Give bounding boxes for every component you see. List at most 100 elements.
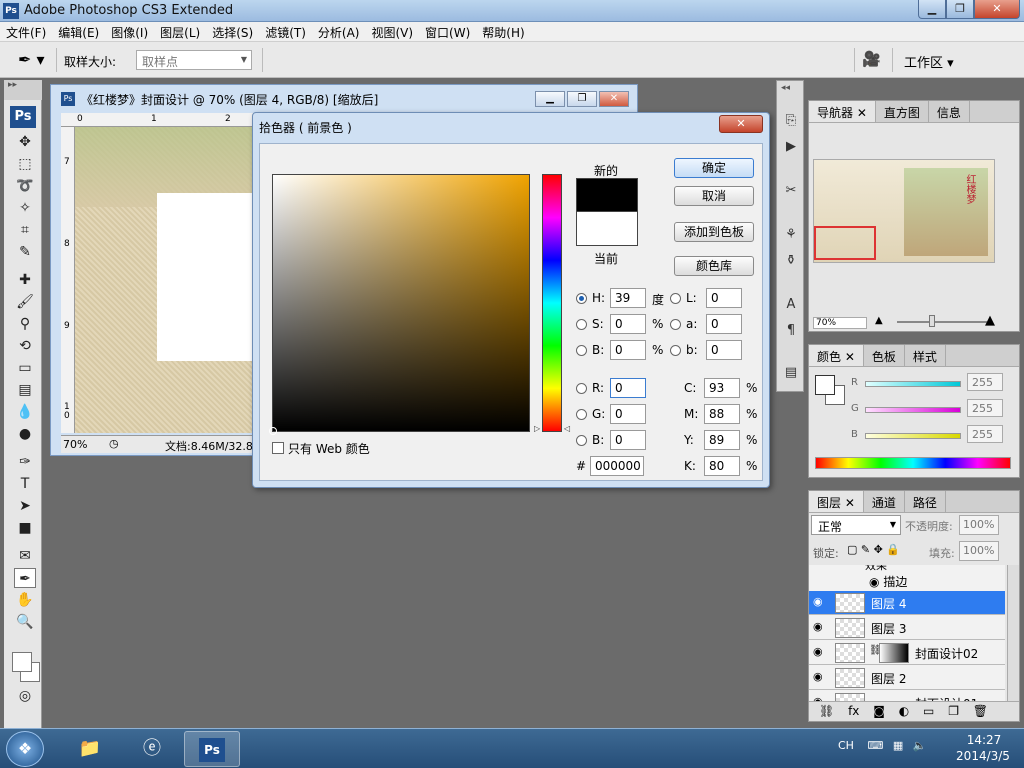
- layers-scrollbar[interactable]: [1007, 565, 1019, 713]
- green-input[interactable]: 0: [610, 404, 646, 424]
- gradient-tool-icon[interactable]: ▤: [14, 380, 36, 400]
- menu-help[interactable]: 帮助(H): [476, 22, 530, 41]
- path-selection-icon[interactable]: ➤: [14, 496, 36, 516]
- lab-a-input[interactable]: 0: [706, 314, 742, 334]
- zoom-level[interactable]: 70%: [63, 438, 87, 451]
- black-input[interactable]: 80: [704, 456, 740, 476]
- tab-layers[interactable]: 图层 ✕: [809, 491, 864, 512]
- menu-filter[interactable]: 滤镜(T): [259, 22, 312, 41]
- field-cursor[interactable]: [269, 427, 277, 435]
- move-tool-icon[interactable]: ✥: [14, 132, 36, 152]
- healing-brush-icon[interactable]: ✚: [14, 270, 36, 290]
- tab-histogram[interactable]: 直方图: [876, 101, 929, 122]
- saturation-brightness-field[interactable]: [269, 174, 530, 435]
- volume-icon[interactable]: 🔈: [913, 739, 927, 752]
- keyboard-icon[interactable]: ⌨: [867, 739, 883, 752]
- lasso-tool-icon[interactable]: ➰: [14, 176, 36, 196]
- brush-tool-icon[interactable]: 🖌: [14, 292, 36, 312]
- navigator-zoom-field[interactable]: 70%: [813, 317, 867, 329]
- yellow-input[interactable]: 89: [704, 430, 740, 450]
- saturation-input[interactable]: 0: [610, 314, 646, 334]
- blend-mode-select[interactable]: 正常 ▼: [811, 515, 901, 535]
- red-radio[interactable]: [576, 383, 587, 394]
- zoom-out-icon[interactable]: ▲: [875, 315, 883, 326]
- shape-tool-icon[interactable]: ■: [14, 518, 36, 538]
- green-radio[interactable]: [576, 409, 587, 420]
- ps-toolbox-logo[interactable]: Ps: [10, 106, 36, 128]
- magic-wand-tool-icon[interactable]: ✧: [14, 198, 36, 218]
- trash-icon[interactable]: 🗑: [973, 704, 988, 718]
- quick-mask-icon[interactable]: ◎: [14, 686, 36, 706]
- cancel-button[interactable]: 取消: [674, 186, 754, 206]
- history-brush-icon[interactable]: ⟲: [14, 336, 36, 356]
- clock-date[interactable]: 2014/3/5: [948, 749, 1018, 763]
- hue-slider-right-arrow-icon[interactable]: ◁: [564, 424, 570, 433]
- sample-size-select[interactable]: 取样点 ▼: [136, 50, 252, 70]
- eyedropper-icon[interactable]: ✒ ▾: [18, 50, 45, 69]
- red-value[interactable]: 255: [967, 373, 1003, 391]
- eye-icon[interactable]: ◉: [813, 595, 823, 608]
- bridge-icon[interactable]: 🎥: [862, 50, 886, 70]
- lab-l-input[interactable]: 0: [706, 288, 742, 308]
- menu-image[interactable]: 图像(I): [105, 22, 154, 41]
- effects-row[interactable]: 效果: [865, 565, 887, 573]
- paragraph-panel-icon[interactable]: ¶: [781, 321, 801, 341]
- blur-tool-icon[interactable]: 💧: [14, 402, 36, 422]
- character-panel-icon[interactable]: A: [781, 295, 801, 315]
- zoom-in-icon[interactable]: ▲: [985, 313, 995, 328]
- dodge-tool-icon[interactable]: ●: [14, 424, 36, 444]
- layer-row[interactable]: ◉ 图层 2: [809, 666, 1005, 690]
- red-input[interactable]: 0: [610, 378, 646, 398]
- lab-a-radio[interactable]: [670, 319, 681, 330]
- dock-grip-icon[interactable]: ◂◂: [781, 83, 790, 93]
- fill-input[interactable]: 100%: [959, 541, 999, 561]
- dialog-close-button[interactable]: ✕: [719, 115, 763, 133]
- tab-color[interactable]: 颜色 ✕: [809, 345, 864, 366]
- windows-start-button[interactable]: ❖: [6, 731, 44, 767]
- eyedropper-tool-icon[interactable]: ✒: [14, 568, 36, 588]
- tab-styles[interactable]: 样式: [905, 345, 946, 366]
- green-slider[interactable]: [865, 407, 961, 413]
- slice-tool-icon[interactable]: ✎: [14, 242, 36, 262]
- tab-info[interactable]: 信息: [929, 101, 970, 122]
- history-panel-icon[interactable]: ⎘: [781, 111, 801, 131]
- lab-b-radio[interactable]: [670, 345, 681, 356]
- doc-close-button[interactable]: ✕: [599, 91, 629, 107]
- network-icon[interactable]: ▦: [893, 739, 903, 752]
- tab-navigator[interactable]: 导航器 ✕: [809, 101, 876, 122]
- input-language[interactable]: CH: [838, 739, 854, 752]
- brightness-input[interactable]: 0: [610, 340, 646, 360]
- doc-minimize-button[interactable]: ▁: [535, 91, 565, 107]
- brightness-radio[interactable]: [576, 345, 587, 356]
- layer-row[interactable]: ◉ ⛓ 封面设计02: [809, 641, 1005, 665]
- magenta-input[interactable]: 88: [704, 404, 740, 424]
- explorer-taskbar-icon[interactable]: 📁: [62, 731, 118, 767]
- blue-input[interactable]: 0: [610, 430, 646, 450]
- actions-panel-icon[interactable]: ▶: [781, 137, 801, 157]
- cyan-input[interactable]: 93: [704, 378, 740, 398]
- hue-slider-left-arrow-icon[interactable]: ▷: [534, 424, 540, 433]
- menu-window[interactable]: 窗口(W): [419, 22, 476, 41]
- navigator-thumbnail[interactable]: 红楼梦: [813, 159, 995, 263]
- tab-channels[interactable]: 通道: [864, 491, 905, 512]
- photoshop-taskbar-button[interactable]: Ps: [184, 731, 240, 767]
- status-menu-icon[interactable]: ◷: [109, 437, 119, 450]
- notes-tool-icon[interactable]: ✉: [14, 546, 36, 566]
- new-layer-icon[interactable]: ❐: [948, 704, 959, 718]
- crop-tool-icon[interactable]: ⌗: [14, 220, 36, 240]
- layer-mask-thumbnail[interactable]: [879, 643, 909, 663]
- tab-paths[interactable]: 路径: [905, 491, 946, 512]
- link-layers-icon[interactable]: ⛓: [819, 704, 834, 718]
- lab-l-radio[interactable]: [670, 293, 681, 304]
- lab-b-input[interactable]: 0: [706, 340, 742, 360]
- workspace-menu[interactable]: 工作区 ▾: [904, 52, 954, 71]
- menu-select[interactable]: 选择(S): [206, 22, 259, 41]
- green-value[interactable]: 255: [967, 399, 1003, 417]
- color-panel-foreground-swatch[interactable]: [815, 375, 835, 395]
- menu-view[interactable]: 视图(V): [365, 22, 419, 41]
- menu-layer[interactable]: 图层(L): [154, 22, 206, 41]
- minimize-button[interactable]: ▁: [918, 0, 946, 19]
- pen-tool-icon[interactable]: ✑: [14, 452, 36, 472]
- hue-radio[interactable]: [576, 293, 587, 304]
- new-group-icon[interactable]: ▭: [923, 704, 934, 718]
